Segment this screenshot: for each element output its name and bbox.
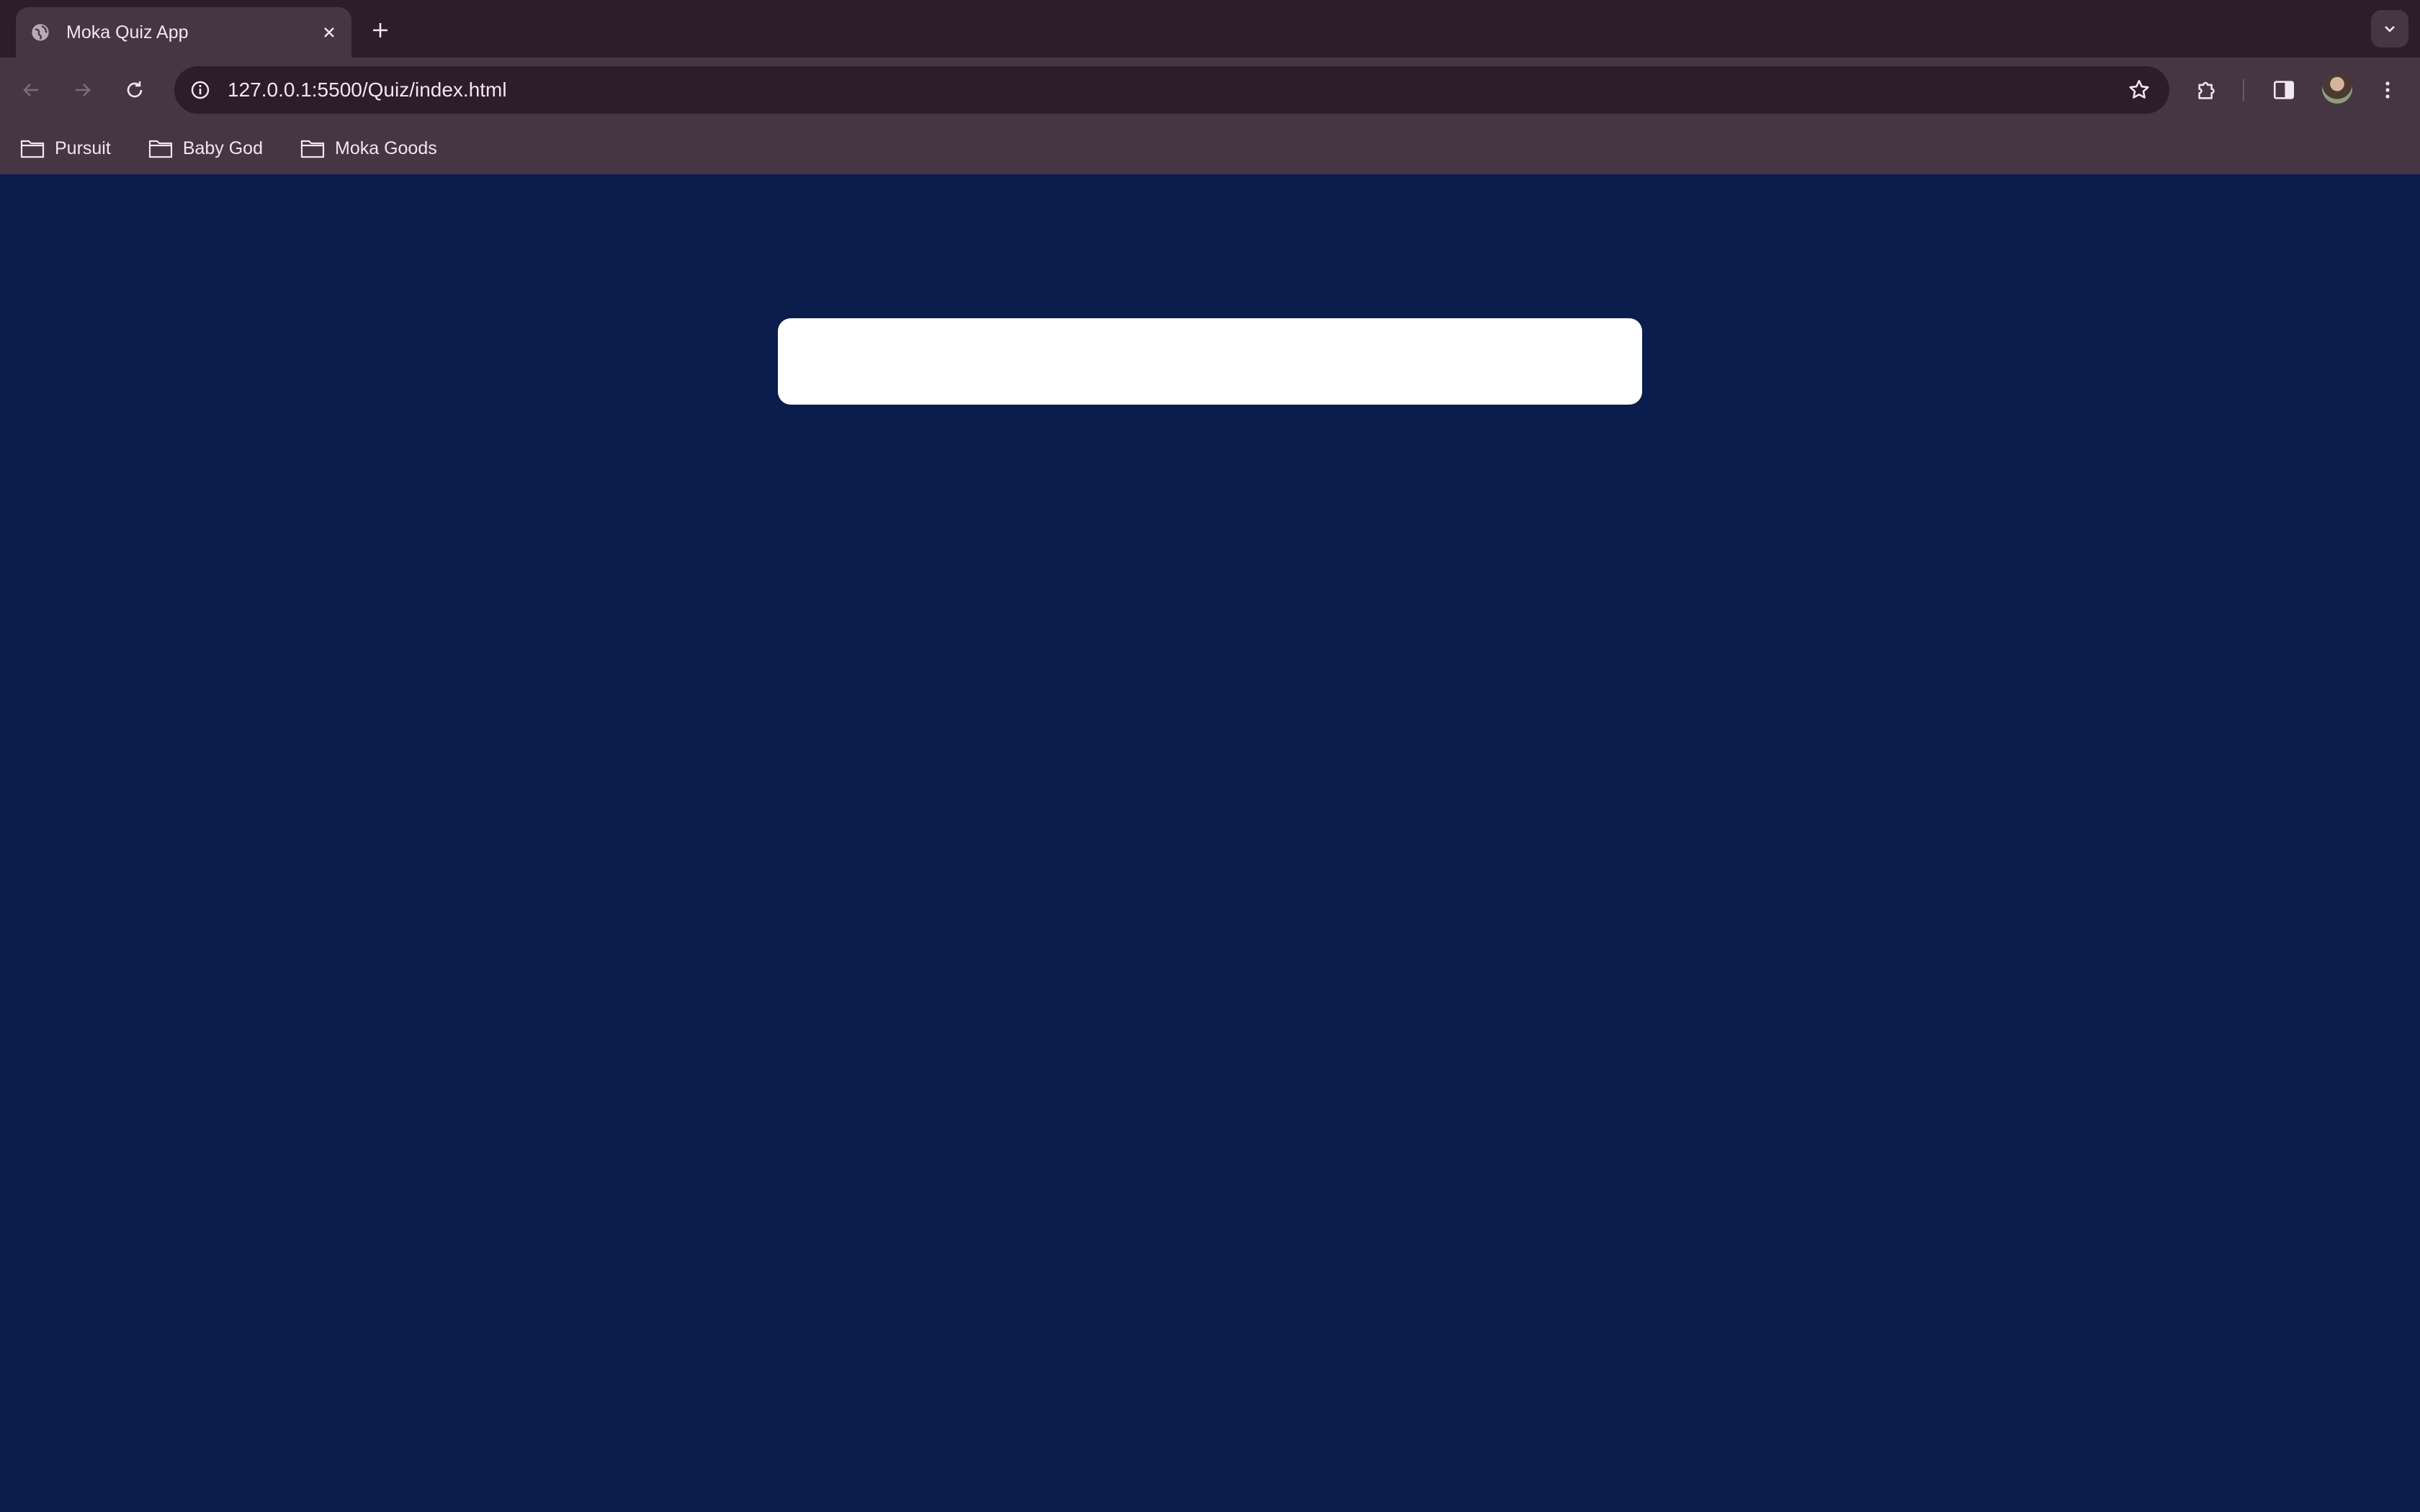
close-tab-icon[interactable] — [317, 20, 341, 45]
bookmarks-bar: Pursuit Baby God Moka Goods — [0, 122, 2420, 174]
side-panel-button[interactable] — [2266, 72, 2302, 108]
extensions-button[interactable] — [2190, 72, 2226, 108]
toolbar-divider — [2243, 79, 2244, 101]
tab-active[interactable]: Moka Quiz App — [16, 7, 351, 58]
bookmark-folder-pursuit[interactable]: Pursuit — [17, 130, 114, 166]
arrow-left-icon — [23, 84, 38, 96]
side-panel-icon — [2273, 81, 2295, 99]
address-bar[interactable]: 127.0.0.1:5500/Quiz/index.html — [174, 66, 2169, 114]
reload-button[interactable] — [118, 73, 151, 107]
more-vert-icon — [2385, 81, 2390, 99]
arrow-right-icon — [76, 84, 91, 96]
globe-icon — [29, 21, 52, 44]
forward-button[interactable] — [66, 73, 99, 107]
site-info-icon[interactable] — [187, 77, 213, 103]
tab-search-button[interactable] — [2371, 10, 2408, 48]
bookmark-folder-moka-goods[interactable]: Moka Goods — [297, 130, 440, 166]
quiz-card — [778, 318, 1642, 405]
new-tab-button[interactable] — [366, 16, 395, 45]
tab-title: Moka Quiz App — [66, 22, 189, 42]
profile-avatar[interactable] — [2322, 73, 2352, 104]
bookmark-label: Baby God — [182, 138, 263, 158]
browser-chrome: Moka Quiz App 127.0.0.1:5500/Quiz/index.… — [0, 0, 2420, 174]
bookmark-star-icon[interactable] — [2125, 76, 2154, 104]
bookmark-label: Pursuit — [55, 138, 111, 158]
menu-button[interactable] — [2370, 72, 2406, 108]
toolbar: 127.0.0.1:5500/Quiz/index.html — [0, 58, 2420, 122]
page-content — [0, 174, 2420, 1512]
folder-icon — [300, 140, 325, 158]
bookmark-folder-baby-god[interactable]: Baby God — [145, 130, 266, 166]
folder-icon — [20, 140, 45, 158]
chevron-down-icon — [2385, 26, 2395, 32]
puzzle-icon — [2198, 81, 2215, 99]
bookmark-label: Moka Goods — [335, 138, 437, 158]
folder-icon — [148, 140, 172, 158]
tab-strip: Moka Quiz App — [0, 0, 2420, 58]
back-button[interactable] — [14, 73, 48, 107]
url-text[interactable]: 127.0.0.1:5500/Quiz/index.html — [228, 78, 2125, 102]
reload-icon — [127, 81, 143, 98]
